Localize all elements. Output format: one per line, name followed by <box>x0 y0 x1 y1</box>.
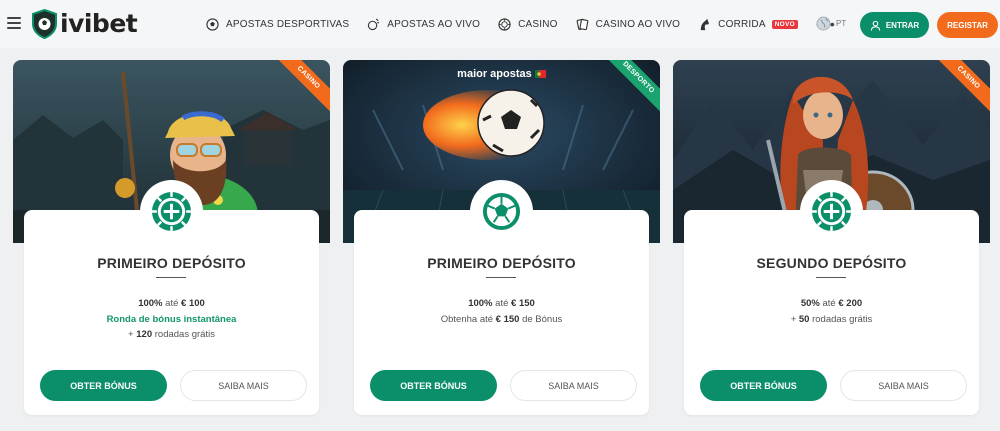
instant-bonus-round: Ronda de bónus instantânea <box>106 314 237 325</box>
bonus-badge <box>470 180 533 243</box>
top-header: ivibet APOSTAS DESPORTIVAS APOSTAS AO VI… <box>0 0 1000 48</box>
free-spins-label: rodadas grátis <box>812 314 873 325</box>
soccer-ball-icon <box>482 192 521 231</box>
hero-caption: maior apostas <box>343 68 660 80</box>
horse-racing-icon <box>700 18 709 30</box>
bonus-description-line: Obtenha até € 150 de Bónus <box>354 314 649 325</box>
language-code: PT <box>836 19 847 28</box>
register-button[interactable]: REGISTAR <box>937 12 998 38</box>
free-spins-count: 50 <box>798 314 810 325</box>
live-sports-icon <box>368 18 380 30</box>
bonus-description-suffix: de Bónus <box>522 314 563 325</box>
bonus-percentage-line: 100% até € 150 <box>354 298 649 309</box>
nav-label: CORRIDA <box>718 18 766 30</box>
promo-card-sports-first-deposit: maior apostas DESPORTO PRIMEIRO DEPÓSITO… <box>343 60 660 431</box>
bonus-percent: 100% <box>138 298 163 309</box>
login-label: ENTRAR <box>885 20 920 30</box>
bonus-title: PRIMEIRO DEPÓSITO <box>97 255 246 271</box>
hamburger-menu-icon[interactable] <box>7 17 21 29</box>
bonus-badge <box>140 180 203 243</box>
logo-shield-icon <box>32 9 57 39</box>
casino-chip-icon <box>151 191 192 232</box>
nav-racing[interactable]: CORRIDA NOVO <box>698 18 799 31</box>
bonus-max-amount: € 150 <box>511 298 535 309</box>
brand-name: ivibet <box>60 9 138 38</box>
brand-logo[interactable]: ivibet <box>31 9 138 39</box>
promo-card-casino-second-deposit: CASINO SEGUNDO DEPÓSITO 50% até € 200 + … <box>673 60 990 431</box>
promo-card-casino-first-deposit: CASINO PRIMEIRO DEPÓSITO 100% até € 100 … <box>13 60 330 431</box>
bonus-connector: até <box>165 298 179 309</box>
learn-more-button[interactable]: SAIBA MAIS <box>840 370 967 401</box>
bonus-connector: até <box>495 298 509 309</box>
get-bonus-button[interactable]: OBTER BÓNUS <box>40 370 167 401</box>
nav-casino[interactable]: CASINO <box>498 17 558 31</box>
bonus-percentage-line: 50% até € 200 <box>684 298 979 309</box>
main-nav: APOSTAS DESPORTIVAS APOSTAS AO VIVO CASI… <box>206 16 837 32</box>
free-spins-count: 120 <box>136 329 153 340</box>
bonus-percentage-line: 100% até € 100 <box>24 298 319 309</box>
nav-label: APOSTAS AO VIVO <box>387 18 481 30</box>
bonus-percent: 100% <box>468 298 493 309</box>
language-selector[interactable]: PT <box>816 16 846 31</box>
free-spins-prefix: + <box>128 329 134 340</box>
bonus-max-amount: € 100 <box>181 298 205 309</box>
bonus-info-card: PRIMEIRO DEPÓSITO 100% até € 100 Ronda d… <box>24 180 319 415</box>
casino-chip-icon <box>811 191 852 232</box>
bonus-description-prefix: Obtenha até <box>440 314 494 325</box>
nav-label: CASINO <box>518 18 558 30</box>
hero-caption-text: maior apostas <box>457 68 532 80</box>
nav-label: APOSTAS DESPORTIVAS <box>226 18 350 30</box>
nav-live-betting[interactable]: APOSTAS AO VIVO <box>367 18 480 31</box>
bonus-badge <box>800 180 863 243</box>
get-bonus-button[interactable]: OBTER BÓNUS <box>700 370 827 401</box>
user-icon <box>870 20 881 31</box>
get-bonus-button[interactable]: OBTER BÓNUS <box>370 370 497 401</box>
globe-icon <box>816 16 831 31</box>
soccer-ball-icon <box>206 17 219 31</box>
bonus-connector: até <box>822 298 836 309</box>
bonus-max-amount: € 200 <box>838 298 863 309</box>
bonus-percent: 50% <box>800 298 820 309</box>
bonus-info-card: PRIMEIRO DEPÓSITO 100% até € 150 Obtenha… <box>354 180 649 415</box>
title-divider <box>816 277 846 278</box>
learn-more-button[interactable]: SAIBA MAIS <box>180 370 307 401</box>
bonus-title: SEGUNDO DEPÓSITO <box>756 255 907 271</box>
bonus-info-card: SEGUNDO DEPÓSITO 50% até € 200 + 50 roda… <box>684 180 979 415</box>
nav-sports-betting[interactable]: APOSTAS DESPORTIVAS <box>206 17 350 31</box>
casino-chip-icon <box>498 17 511 31</box>
free-spins-label: rodadas grátis <box>154 329 215 340</box>
nav-label: CASINO AO VIVO <box>595 18 681 30</box>
new-badge: NOVO <box>771 19 799 29</box>
live-casino-icon <box>576 18 588 30</box>
free-spins-prefix: + <box>790 314 797 325</box>
title-divider <box>156 277 186 278</box>
login-button[interactable]: ENTRAR <box>860 12 929 38</box>
register-label: REGISTAR <box>947 20 988 30</box>
title-divider <box>486 277 516 278</box>
learn-more-button[interactable]: SAIBA MAIS <box>510 370 637 401</box>
bonus-description-amount: € 150 <box>495 314 520 325</box>
nav-live-casino[interactable]: CASINO AO VIVO <box>576 18 681 31</box>
portugal-flag-icon <box>534 70 546 79</box>
free-spins-line: + 50 rodadas grátis <box>684 314 979 325</box>
free-spins-line: + 120 rodadas grátis <box>24 329 319 340</box>
bonus-title: PRIMEIRO DEPÓSITO <box>427 255 576 271</box>
